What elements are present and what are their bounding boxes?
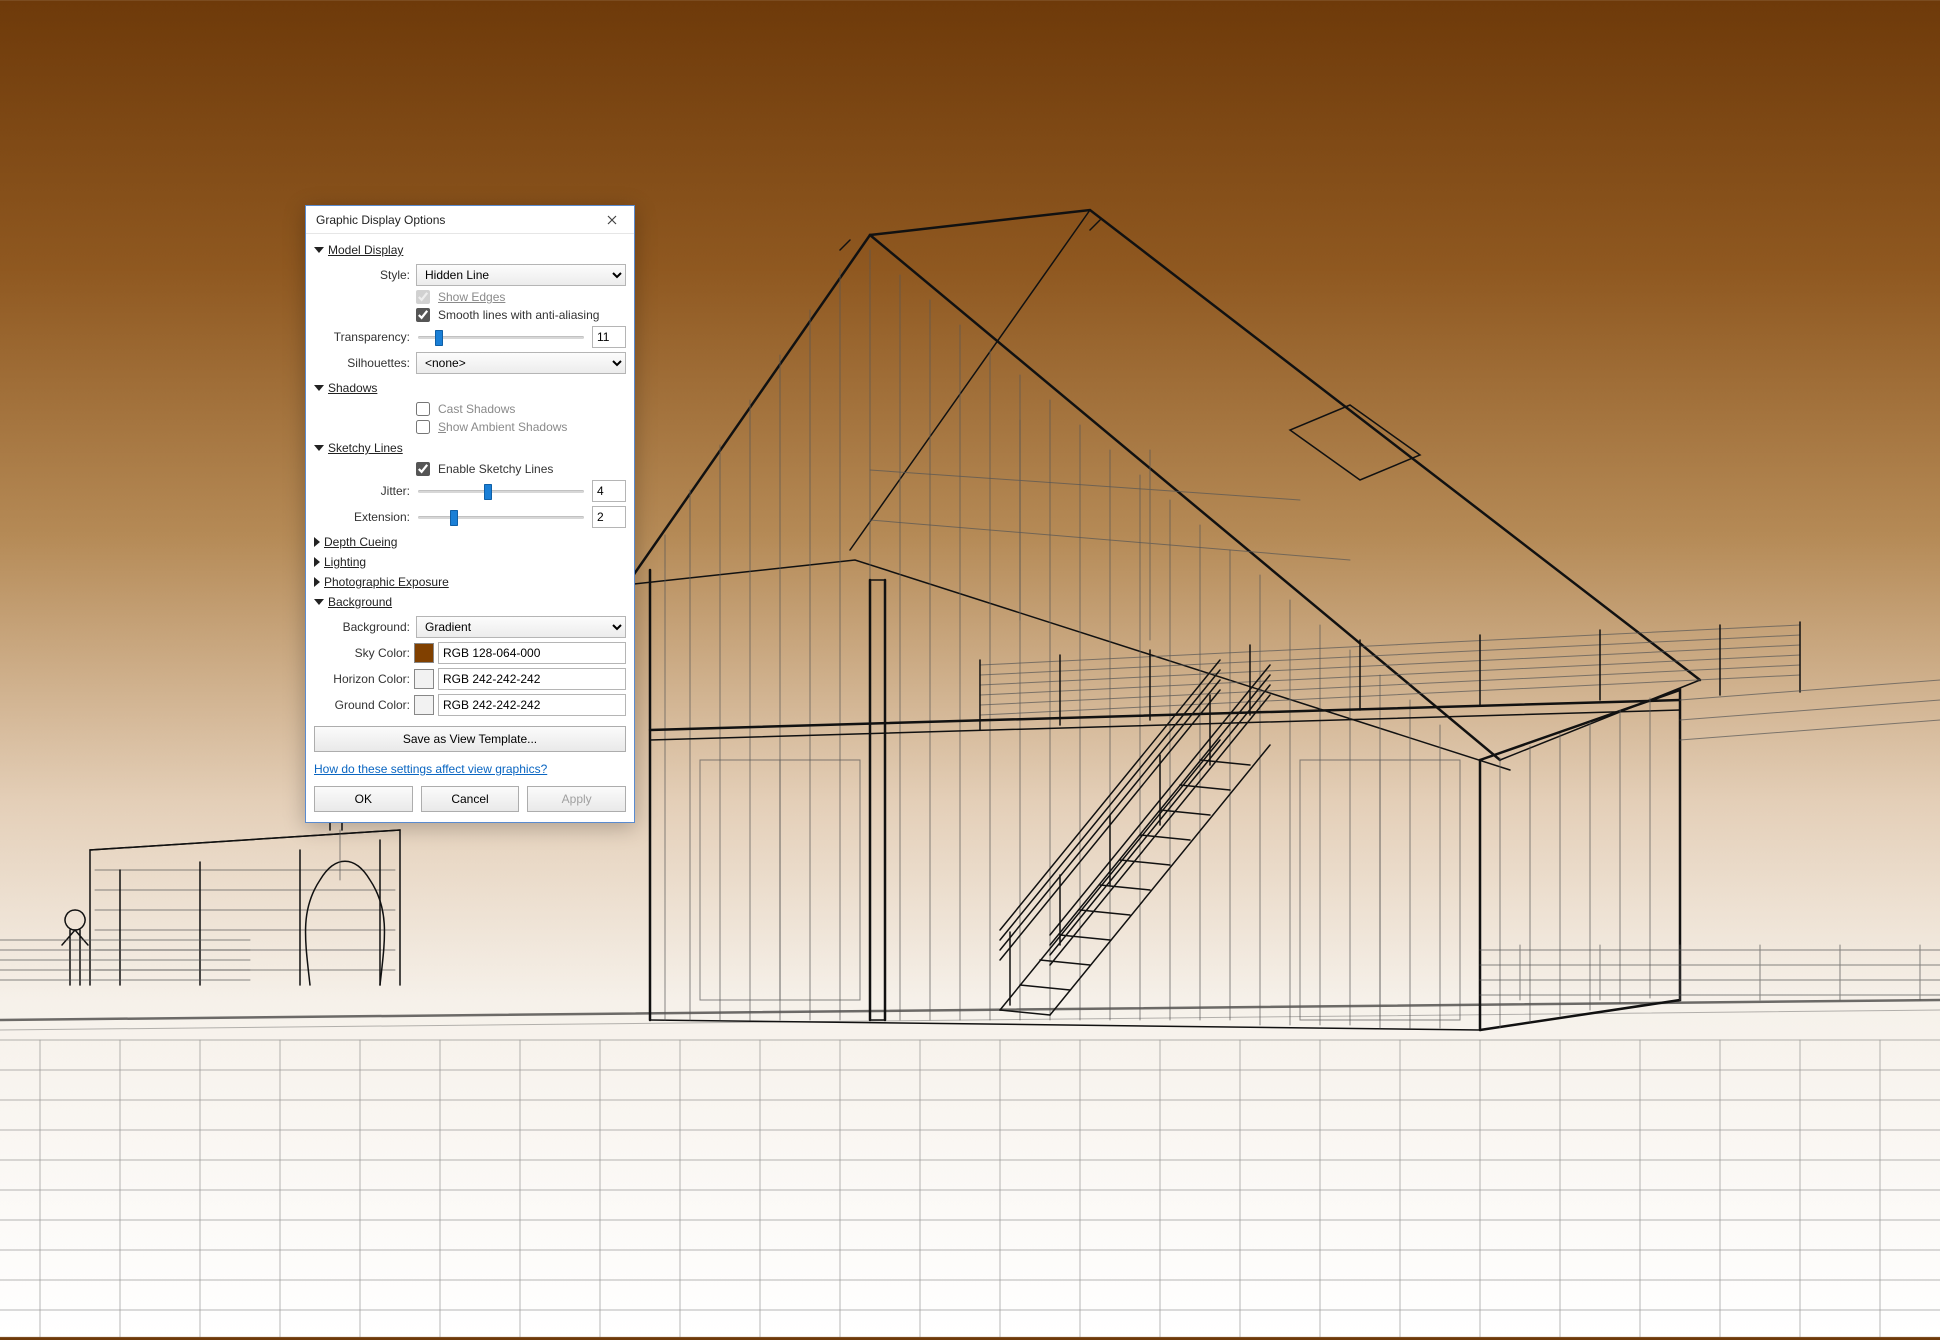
chevron-down-icon (314, 385, 324, 391)
section-toggle-background[interactable]: Background (314, 592, 626, 612)
jitter-slider[interactable] (416, 480, 586, 502)
horizon-color-value[interactable] (438, 668, 626, 690)
slider-thumb[interactable] (450, 510, 458, 526)
transparency-label: Transparency: (314, 330, 410, 344)
apply-button[interactable]: Apply (527, 786, 626, 812)
section-toggle-lighting[interactable]: Lighting (314, 552, 626, 572)
extension-slider[interactable] (416, 506, 586, 528)
close-button[interactable] (594, 208, 630, 232)
show-edges-checkbox (416, 290, 430, 304)
dialog-body: Model Display Style: Hidden Line Show Ed… (306, 234, 634, 822)
section-body-background: Background: Gradient Sky Color: Horizon … (314, 616, 626, 716)
cast-shadows-label: Cast Shadows (438, 402, 626, 416)
section-title-model-display: Model Display (328, 243, 403, 257)
style-label: Style: (314, 268, 410, 282)
viewport-scene (0, 0, 1940, 1337)
smooth-lines-label: Smooth lines with anti-aliasing (438, 308, 626, 322)
enable-sketchy-label: Enable Sketchy Lines (438, 462, 626, 476)
slider-thumb[interactable] (484, 484, 492, 500)
section-title-background: Background (328, 595, 392, 609)
chevron-down-icon (314, 599, 324, 605)
sky-color-label: Sky Color: (314, 646, 410, 660)
sky-color-value[interactable] (438, 642, 626, 664)
silhouettes-label: Silhouettes: (314, 356, 410, 370)
graphic-display-options-dialog: Graphic Display Options Model Display St… (305, 205, 635, 823)
section-body-model-display: Style: Hidden Line Show Edges Smooth lin… (314, 264, 626, 374)
save-as-view-template-button[interactable]: Save as View Template... (314, 726, 626, 752)
chevron-right-icon (314, 577, 320, 587)
background-label: Background: (314, 620, 410, 634)
chevron-down-icon (314, 247, 324, 253)
section-toggle-photo-exposure[interactable]: Photographic Exposure (314, 572, 626, 592)
section-body-sketchy-lines: Enable Sketchy Lines Jitter: Extension: (314, 462, 626, 528)
chevron-right-icon (314, 537, 320, 547)
help-link[interactable]: How do these settings affect view graphi… (314, 762, 547, 776)
silhouettes-select[interactable]: <none> (416, 352, 626, 374)
transparency-slider[interactable] (416, 326, 586, 348)
slider-thumb[interactable] (435, 330, 443, 346)
section-title-shadows: Shadows (328, 381, 377, 395)
show-edges-label: Show Edges (438, 290, 626, 304)
dialog-footer: OK Cancel Apply (314, 786, 626, 812)
jitter-value[interactable] (592, 480, 626, 502)
section-title-photo-exposure: Photographic Exposure (324, 575, 449, 589)
smooth-lines-checkbox[interactable] (416, 308, 430, 322)
horizon-color-swatch[interactable] (414, 669, 434, 689)
ground-color-value[interactable] (438, 694, 626, 716)
section-body-shadows: Cast Shadows Show Ambient Shadows (314, 402, 626, 434)
enable-sketchy-checkbox[interactable] (416, 462, 430, 476)
section-title-sketchy-lines: Sketchy Lines (328, 441, 403, 455)
horizon-color-label: Horizon Color: (314, 672, 410, 686)
ok-button[interactable]: OK (314, 786, 413, 812)
close-icon (607, 215, 617, 225)
cancel-button[interactable]: Cancel (421, 786, 520, 812)
style-select[interactable]: Hidden Line (416, 264, 626, 286)
transparency-value[interactable] (592, 326, 626, 348)
ground-color-swatch[interactable] (414, 695, 434, 715)
sky-color-swatch[interactable] (414, 643, 434, 663)
section-title-lighting: Lighting (324, 555, 366, 569)
section-toggle-shadows[interactable]: Shadows (314, 378, 626, 398)
cast-shadows-checkbox[interactable] (416, 402, 430, 416)
ambient-shadows-label: Show Ambient Shadows (438, 420, 626, 434)
chevron-down-icon (314, 445, 324, 451)
section-title-depth-cueing: Depth Cueing (324, 535, 397, 549)
jitter-label: Jitter: (314, 484, 410, 498)
section-toggle-depth-cueing[interactable]: Depth Cueing (314, 532, 626, 552)
section-toggle-sketchy-lines[interactable]: Sketchy Lines (314, 438, 626, 458)
chevron-right-icon (314, 557, 320, 567)
dialog-title: Graphic Display Options (316, 213, 445, 227)
background-select[interactable]: Gradient (416, 616, 626, 638)
extension-label: Extension: (314, 510, 410, 524)
ambient-shadows-checkbox[interactable] (416, 420, 430, 434)
section-toggle-model-display[interactable]: Model Display (314, 240, 626, 260)
extension-value[interactable] (592, 506, 626, 528)
dialog-titlebar[interactable]: Graphic Display Options (306, 206, 634, 234)
ground-color-label: Ground Color: (314, 698, 410, 712)
